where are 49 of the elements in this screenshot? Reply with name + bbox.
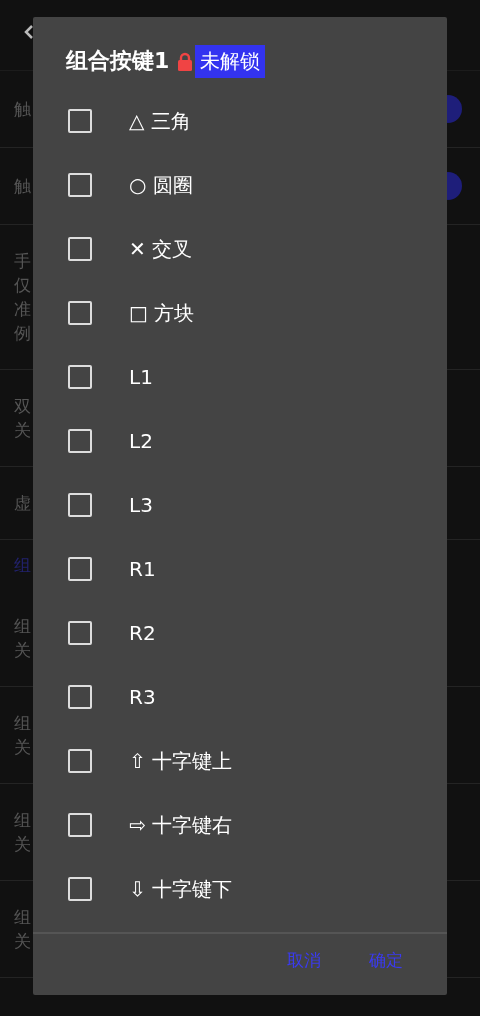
checkbox[interactable] (68, 813, 92, 837)
option-label: ⇩ 十字键下 (129, 875, 233, 903)
setting-text: 触 (14, 98, 31, 121)
checkbox[interactable] (68, 493, 92, 517)
checkbox[interactable] (68, 557, 92, 581)
option-label: R1 (129, 557, 156, 581)
checkbox[interactable] (68, 877, 92, 901)
checkbox[interactable] (68, 685, 92, 709)
setting-text: 组 (14, 712, 31, 735)
setting-text: 关 (14, 833, 31, 856)
setting-text: 组 (14, 615, 31, 638)
setting-text: 关 (14, 736, 31, 759)
setting-text: 手 (14, 250, 31, 273)
confirm-button[interactable]: 确定 (365, 945, 407, 976)
back-icon[interactable] (24, 25, 33, 39)
option-label: L1 (129, 365, 153, 389)
section-header: 组 (14, 554, 31, 577)
option-label: ⇧ 十字键上 (129, 747, 233, 775)
checkbox[interactable] (68, 429, 92, 453)
checkbox[interactable] (68, 173, 92, 197)
setting-text: 触 (14, 175, 31, 198)
setting-text: 仅 (14, 274, 31, 297)
option-label: L3 (129, 493, 153, 517)
setting-text: 准 (14, 298, 31, 321)
setting-text: 虚 (14, 492, 31, 515)
option-label: L2 (129, 429, 153, 453)
option-label: △ 三角 (129, 107, 191, 135)
setting-text: 例 (14, 322, 31, 345)
option-label: R2 (129, 621, 156, 645)
option-label: □ 方块 (129, 299, 195, 327)
checkbox[interactable] (68, 621, 92, 645)
checkbox[interactable] (68, 301, 92, 325)
option-label: ✕ 交叉 (129, 235, 193, 263)
checkbox[interactable] (68, 749, 92, 773)
setting-text: 关 (14, 639, 31, 662)
dialog-title: 组合按键1 (66, 47, 170, 75)
setting-text: 组 (14, 906, 31, 929)
checkbox[interactable] (68, 109, 92, 133)
option-label: ⇨ 十字键右 (129, 811, 233, 839)
checkbox[interactable] (68, 365, 92, 389)
cancel-button[interactable]: 取消 (283, 945, 325, 976)
option-label: R3 (129, 685, 156, 709)
lock-badge: 未解锁 (195, 44, 266, 78)
setting-text: 双 (14, 395, 31, 418)
setting-text: 组 (14, 809, 31, 832)
option-label: ○ 圆圈 (129, 171, 193, 199)
setting-text: 关 (14, 930, 31, 953)
checkbox[interactable] (68, 237, 92, 261)
setting-text: 关 (14, 419, 31, 442)
